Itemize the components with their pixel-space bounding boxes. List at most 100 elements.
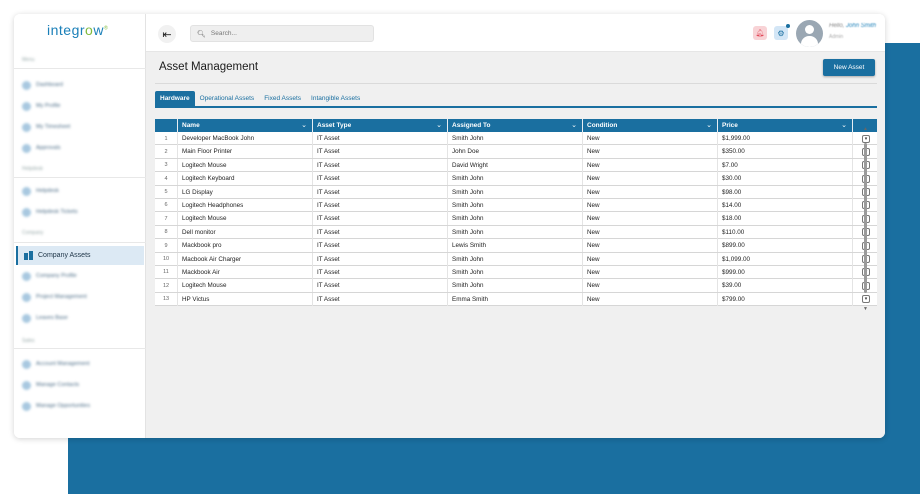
table-scrollbar[interactable]: ▲ ▼: [863, 126, 868, 312]
scroll-down-icon[interactable]: ▼: [863, 306, 868, 312]
column-header-name[interactable]: Name ⌄: [178, 119, 313, 132]
sidebar-item-account-management[interactable]: Account Management: [22, 357, 90, 371]
table-row[interactable]: 2 Main Floor Printer IT Asset John Doe New $3…: [155, 145, 877, 159]
sidebar-section-label: Menu: [22, 57, 35, 63]
table-row[interactable]: 4 Logitech Keyboard IT Asset Smith John New $…: [155, 172, 877, 186]
cell-condition: New: [583, 172, 718, 186]
chevron-down-icon[interactable]: ⌄: [571, 121, 577, 129]
sidebar-item-my-timesheet[interactable]: My Timesheet: [22, 120, 70, 134]
scrollbar-thumb[interactable]: [864, 143, 867, 293]
notification-dot: [786, 24, 790, 28]
row-number: 12: [155, 279, 178, 293]
user-name: John Smith: [846, 23, 877, 29]
column-header-condition[interactable]: Condition ⌄: [583, 119, 718, 132]
cell-assigned-to: Smith John: [448, 212, 583, 226]
column-header-assigned-to[interactable]: Assigned To ⌄: [448, 119, 583, 132]
cell-asset-type: IT Asset: [313, 279, 448, 293]
user-greeting: Hello, John Smith: [829, 23, 877, 29]
sidebar-divider: [14, 348, 146, 349]
sidebar-item-manage-contacts[interactable]: Manage Contacts: [22, 378, 79, 392]
cell-price: $110.00: [718, 225, 853, 239]
cell-name: LG Display: [178, 185, 313, 199]
table-row[interactable]: 12 Logitech Mouse IT Asset Smith John New $39…: [155, 279, 877, 293]
sidebar-item-company-assets[interactable]: Company Assets: [16, 246, 144, 265]
row-number: 9: [155, 239, 178, 253]
menu-item-icon: [22, 143, 31, 153]
table-row[interactable]: 11 Mackbook Air IT Asset Smith John New $999.…: [155, 265, 877, 280]
cell-asset-type: IT Asset: [313, 265, 448, 279]
row-number: 2: [155, 145, 178, 159]
tab-hardware[interactable]: Hardware: [155, 91, 195, 106]
cell-assigned-to: Smith John: [448, 265, 583, 279]
cell-asset-type: IT Asset: [313, 239, 448, 253]
cell-assigned-to: Smith John: [448, 185, 583, 199]
table-row[interactable]: 6 Logitech Headphones IT Asset Smith John Ne…: [155, 198, 877, 213]
chevron-down-icon[interactable]: ⌄: [841, 121, 847, 129]
search-box[interactable]: 🔍︎: [190, 25, 374, 42]
chevron-down-icon[interactable]: ⌄: [436, 121, 442, 129]
sidebar-item-approvals[interactable]: Approvals: [22, 141, 60, 155]
column-header-asset-type[interactable]: Asset Type ⌄: [313, 119, 448, 132]
table-header: Name ⌄ Asset Type ⌄ Assigned To ⌄ Condition…: [155, 119, 877, 132]
sidebar-item-label: Manage Opportunities: [36, 403, 91, 409]
buildings-icon: [24, 251, 33, 260]
sidebar-item-label: Approvals: [36, 145, 61, 151]
avatar[interactable]: [796, 20, 823, 47]
cell-asset-type: IT Asset: [313, 185, 448, 199]
sidebar-item-label: Account Management: [36, 361, 90, 367]
chevron-down-icon[interactable]: ⌄: [706, 121, 712, 129]
cell-asset-type: IT Asset: [313, 198, 448, 212]
sidebar-item-my-profile[interactable]: My Profile: [22, 99, 60, 113]
sidebar-item-manage-opportunities[interactable]: Manage Opportunities: [22, 399, 90, 413]
cell-condition: New: [583, 198, 718, 212]
bell-icon[interactable]: 🔔︎: [753, 26, 767, 40]
cell-asset-type: IT Asset: [313, 158, 448, 172]
cell-condition: New: [583, 252, 718, 266]
table-row[interactable]: 7 Logitech Mouse IT Asset Smith John New $18.…: [155, 212, 877, 226]
chevron-down-icon[interactable]: ⌄: [301, 121, 307, 129]
sidebar-item-helpdesk-tickets[interactable]: Helpdesk Tickets: [22, 205, 78, 219]
menu-item-icon: [22, 380, 31, 390]
table-row[interactable]: 9 Mackbook pro IT Asset Lewis Smith New $899.…: [155, 239, 877, 253]
sidebar-item-dashboard[interactable]: Dashboard: [22, 78, 63, 92]
cell-asset-type: IT Asset: [313, 145, 448, 159]
cell-condition: New: [583, 145, 718, 159]
row-number: 6: [155, 198, 178, 212]
table-row[interactable]: 5LG DisplayIT AssetSmith JohnNew$98.00▾: [155, 185, 877, 199]
cell-condition: New: [583, 265, 718, 279]
gear-icon[interactable]: ⚙: [774, 24, 790, 40]
tab-operational-assets[interactable]: Operational Assets: [195, 91, 260, 106]
sidebar-item-leaves-base[interactable]: Leaves Base: [22, 311, 68, 325]
tab-intangible-assets[interactable]: Intangible Assets: [306, 91, 365, 106]
cell-assigned-to: John Doe: [448, 145, 583, 159]
page-title: Asset Management: [159, 61, 259, 73]
sidebar-item-project-management[interactable]: Project Management: [22, 290, 87, 304]
sidebar-item-company-profile[interactable]: Company Profile: [22, 269, 77, 283]
user-role: Admin: [829, 34, 844, 40]
cell-assigned-to: Smith John: [448, 225, 583, 239]
sidebar-section-label: Company: [22, 230, 44, 236]
title-divider: [155, 83, 877, 84]
table-row[interactable]: 1 Developer MacBook John IT Asset Smith Joh…: [155, 132, 877, 146]
menu-item-icon: [22, 122, 31, 132]
cell-assigned-to: Smith John: [448, 252, 583, 266]
collapse-menu-icon[interactable]: ⇤: [158, 25, 176, 43]
menu-item-icon: [22, 186, 31, 196]
scroll-up-icon[interactable]: ▲: [863, 126, 868, 132]
table-row[interactable]: 3 Logitech Mouse IT Asset David Wright New $7…: [155, 158, 877, 173]
table-row[interactable]: 13 HP Victus IT Asset Emma Smith New $799.00 ▾: [155, 292, 877, 307]
tab-fixed-assets[interactable]: Fixed Assets: [259, 91, 306, 106]
row-number: 13: [155, 292, 178, 306]
cell-name: Mackbook Air: [178, 265, 313, 279]
sidebar-divider: [14, 68, 146, 69]
table-row[interactable]: 8 Dell monitor IT Asset Smith John New $110.0…: [155, 225, 877, 240]
search-input[interactable]: [210, 30, 361, 37]
row-number: 11: [155, 265, 178, 279]
cell-price: $14.00: [718, 198, 853, 212]
new-asset-button[interactable]: New Asset: [823, 59, 875, 76]
sidebar-section-label: Sales: [22, 338, 35, 344]
table-row[interactable]: 10 Macbook Air Charger IT Asset Smith John N…: [155, 252, 877, 266]
column-header-price[interactable]: Price ⌄: [718, 119, 853, 132]
cell-condition: New: [583, 279, 718, 293]
sidebar-item-helpdesk[interactable]: Helpdesk: [22, 184, 59, 198]
